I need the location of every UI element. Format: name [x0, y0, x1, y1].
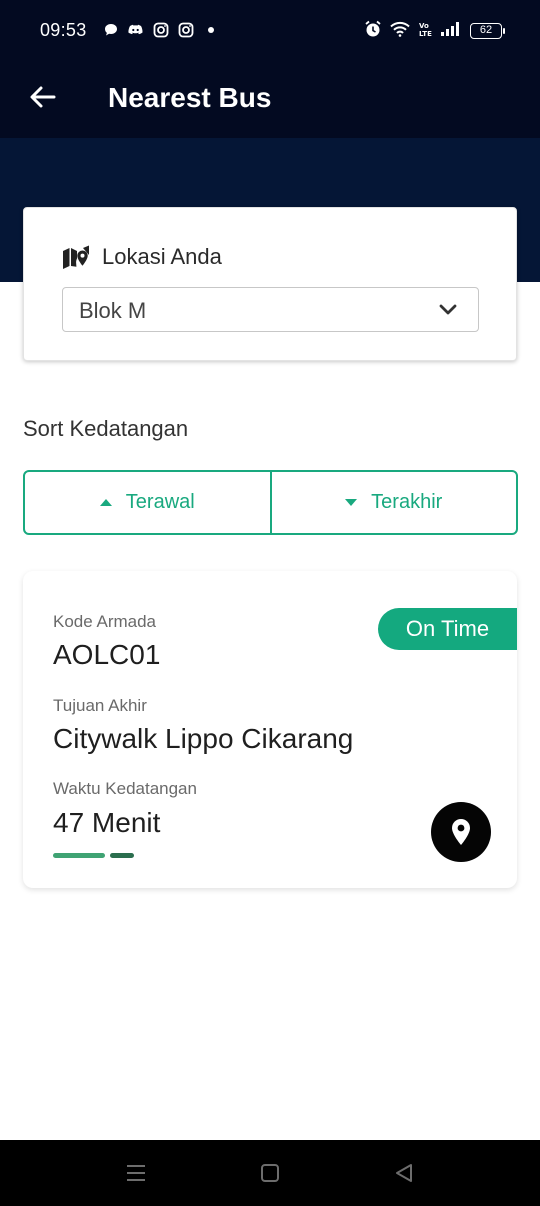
menu-lines-icon: [127, 1165, 145, 1181]
sort-earliest-button[interactable]: Terawal: [25, 472, 270, 533]
caret-up-icon: [99, 499, 112, 506]
app-bar: Nearest Bus: [0, 62, 540, 138]
triangle-back-icon: [396, 1164, 412, 1182]
bus-card[interactable]: On Time Kode Armada AOLC01 Tujuan Akhir …: [23, 571, 517, 888]
map-icon: [63, 245, 89, 269]
alarm-icon: [364, 20, 382, 41]
chevron-down-icon: [439, 304, 457, 315]
svg-text:Vo: Vo: [419, 22, 429, 30]
status-bar: 09:53 Vo LTE 62: [0, 0, 540, 62]
location-label: Lokasi Anda: [102, 244, 222, 269]
wifi-icon: [390, 21, 410, 40]
sort-latest-label: Terakhir: [371, 491, 443, 513]
square-icon: [261, 1164, 279, 1182]
arrival-progress-indicator: [53, 853, 134, 858]
fleet-code-value: AOLC01: [53, 639, 161, 670]
fleet-code-label: Kode Armada: [53, 612, 157, 631]
instagram-icon: [177, 22, 194, 38]
home-button[interactable]: [259, 1162, 281, 1184]
arrow-left-icon: [30, 86, 56, 108]
arrival-time-label: Waktu Kedatangan: [53, 779, 197, 798]
system-back-button[interactable]: [393, 1162, 415, 1184]
instagram-icon: [152, 22, 169, 38]
chat-bubble-icon: [102, 22, 119, 38]
page-title: Nearest Bus: [108, 82, 272, 113]
sort-earliest-label: Terawal: [125, 491, 195, 513]
dot-icon: [202, 22, 219, 38]
notification-icons: [102, 22, 219, 38]
destination-label: Tujuan Akhir: [53, 696, 147, 715]
system-icons: Vo LTE 62: [364, 20, 505, 41]
recent-apps-button[interactable]: [125, 1162, 147, 1184]
svg-text:LTE: LTE: [419, 30, 432, 38]
discord-icon: [127, 22, 144, 38]
back-button[interactable]: [26, 80, 60, 114]
progress-segment: [110, 853, 134, 858]
system-navigation-bar: [0, 1140, 540, 1206]
arrival-time-value: 47 Menit: [53, 807, 161, 838]
status-badge: On Time: [378, 608, 517, 650]
location-label-row: Lokasi Anda: [62, 244, 222, 270]
volte-icon: Vo LTE: [418, 20, 432, 41]
destination-value: Citywalk Lippo Cikarang: [53, 723, 354, 754]
view-on-map-button[interactable]: [431, 802, 491, 862]
caret-down-icon: [345, 499, 358, 506]
status-time: 09:53: [40, 20, 87, 40]
progress-segment: [53, 853, 105, 858]
page: 09:53 Vo LTE 62 Nearest Bus Lokasi Anda …: [0, 0, 540, 1206]
sort-title: Sort Kedatangan: [23, 416, 189, 441]
signal-icon: [440, 21, 462, 40]
sort-latest-button[interactable]: Terakhir: [269, 472, 517, 533]
battery-icon: 62: [470, 22, 505, 39]
location-dropdown[interactable]: Blok M: [62, 287, 479, 332]
sort-toggle-group: Terawal Terakhir: [23, 470, 518, 535]
map-pin-icon: [452, 819, 470, 845]
location-card: Lokasi Anda Blok M: [23, 207, 517, 361]
location-dropdown-value: Blok M: [79, 298, 147, 323]
